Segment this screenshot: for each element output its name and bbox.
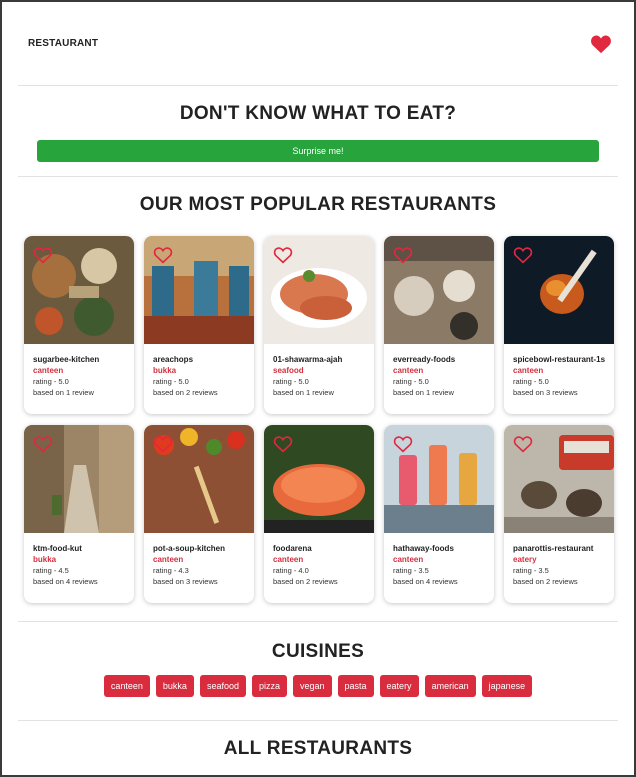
restaurant-review-count: based on 1 review	[33, 388, 94, 397]
restaurant-rating: rating - 5.0	[393, 377, 429, 386]
favorite-heart-icon[interactable]	[513, 246, 533, 264]
page: RESTAURANT DON'T KNOW WHAT TO EAT? Surpr…	[2, 2, 634, 775]
restaurant-category: canteen	[513, 366, 544, 375]
restaurant-review-count: based on 3 reviews	[153, 577, 218, 586]
favorite-heart-icon[interactable]	[33, 246, 53, 264]
restaurant-category: canteen	[153, 555, 184, 564]
favorite-heart-icon[interactable]	[273, 435, 293, 453]
favorite-heart-icon[interactable]	[273, 246, 293, 264]
restaurant-rating: rating - 3.5	[393, 566, 429, 575]
favorite-heart-icon[interactable]	[153, 246, 173, 264]
all-restaurants-title: ALL RESTAURANTS	[223, 738, 413, 759]
restaurant-review-count: based on 3 reviews	[513, 388, 578, 397]
restaurant-name[interactable]: pot-a-soup-kitchen	[153, 544, 254, 553]
restaurant-review-count: based on 2 reviews	[273, 577, 338, 586]
restaurant-rating: rating - 3.5	[513, 566, 549, 575]
favorite-heart-icon[interactable]	[153, 435, 173, 453]
restaurant-card[interactable]: spicebowl-restaurant-1s canteen rating -…	[504, 236, 614, 414]
cuisine-tag-pizza[interactable]: pizza	[251, 675, 287, 697]
cuisine-tag-american[interactable]: american	[424, 675, 476, 697]
restaurant-review-count: based on 4 reviews	[33, 577, 98, 586]
restaurant-name[interactable]: ktm-food-kut	[33, 544, 134, 553]
cuisine-tag-pasta[interactable]: pasta	[337, 675, 374, 697]
restaurant-name[interactable]: hathaway-foods	[393, 544, 494, 553]
restaurant-rating: rating - 4.3	[153, 566, 189, 575]
surprise-section: DON'T KNOW WHAT TO EAT? Surprise me!	[18, 86, 618, 177]
cuisine-tag-japanese[interactable]: japanese	[481, 675, 533, 697]
favorite-heart-icon[interactable]	[513, 435, 533, 453]
cuisine-tag-bukka[interactable]: bukka	[155, 675, 194, 697]
cuisines-title: CUISINES	[271, 641, 365, 662]
restaurant-name[interactable]: everready-foods	[393, 355, 494, 364]
favorite-heart-icon[interactable]	[393, 435, 413, 453]
restaurant-name[interactable]: foodarena	[273, 544, 374, 553]
all-restaurants-section: ALL RESTAURANTS	[18, 721, 618, 760]
restaurant-rating: rating - 5.0	[153, 377, 189, 386]
restaurant-card[interactable]: sugarbee-kitchen canteen rating - 5.0 ba…	[24, 236, 134, 414]
cuisine-tag-seafood[interactable]: seafood	[199, 675, 246, 697]
cuisines-section: CUISINES canteen bukka seafood pizza veg…	[18, 622, 618, 721]
restaurant-card[interactable]: ktm-food-kut bukka rating - 4.5 based on…	[24, 425, 134, 603]
popular-title: OUR MOST POPULAR RESTAURANTS	[139, 194, 497, 215]
favorite-heart-icon[interactable]	[393, 246, 413, 264]
restaurant-card[interactable]: areachops bukka rating - 5.0 based on 2 …	[144, 236, 254, 414]
brand-logo[interactable]: RESTAURANT	[28, 38, 98, 49]
restaurant-rating: rating - 4.5	[33, 566, 69, 575]
restaurant-card[interactable]: hathaway-foods canteen rating - 3.5 base…	[384, 425, 494, 603]
cuisine-tag-list: canteen bukka seafood pizza vegan pasta …	[18, 675, 618, 697]
favorites-heart-icon[interactable]	[590, 34, 612, 54]
restaurant-card[interactable]: panarottis-restaurant eatery rating - 3.…	[504, 425, 614, 603]
restaurant-name[interactable]: areachops	[153, 355, 254, 364]
restaurant-card[interactable]: 01-shawarma-ajah seafood rating - 5.0 ba…	[264, 236, 374, 414]
restaurant-category: bukka	[153, 366, 177, 375]
restaurant-card[interactable]: pot-a-soup-kitchen canteen rating - 4.3 …	[144, 425, 254, 603]
restaurant-review-count: based on 1 review	[393, 388, 454, 397]
restaurant-review-count: based on 2 reviews	[153, 388, 218, 397]
restaurant-review-count: based on 2 reviews	[513, 577, 578, 586]
restaurant-category: bukka	[33, 555, 57, 564]
cuisine-tag-canteen[interactable]: canteen	[103, 675, 150, 697]
restaurant-name[interactable]: spicebowl-restaurant-1s	[513, 355, 614, 364]
restaurant-category: canteen	[33, 366, 64, 375]
restaurant-name[interactable]: sugarbee-kitchen	[33, 355, 134, 364]
restaurant-rating: rating - 5.0	[33, 377, 69, 386]
restaurant-rating: rating - 4.0	[273, 566, 309, 575]
restaurant-category: canteen	[273, 555, 304, 564]
restaurant-review-count: based on 4 reviews	[393, 577, 458, 586]
popular-section: OUR MOST POPULAR RESTAURANTS sugarbee-ki…	[18, 177, 618, 622]
surprise-me-button[interactable]: Surprise me!	[37, 140, 599, 162]
restaurant-category: seafood	[273, 366, 304, 375]
restaurant-rating: rating - 5.0	[513, 377, 549, 386]
restaurant-name[interactable]: 01-shawarma-ajah	[273, 355, 374, 364]
restaurant-category: eatery	[513, 555, 537, 564]
restaurant-rating: rating - 5.0	[273, 377, 309, 386]
cuisine-tag-eatery[interactable]: eatery	[379, 675, 419, 697]
cuisine-tag-vegan[interactable]: vegan	[292, 675, 332, 697]
restaurant-card[interactable]: foodarena canteen rating - 4.0 based on …	[264, 425, 374, 603]
restaurant-name[interactable]: panarottis-restaurant	[513, 544, 614, 553]
restaurant-category: canteen	[393, 366, 424, 375]
restaurant-card[interactable]: everready-foods canteen rating - 5.0 bas…	[384, 236, 494, 414]
restaurant-grid: sugarbee-kitchen canteen rating - 5.0 ba…	[24, 236, 614, 603]
surprise-title: DON'T KNOW WHAT TO EAT?	[179, 103, 457, 124]
restaurant-category: canteen	[393, 555, 424, 564]
favorite-heart-icon[interactable]	[33, 435, 53, 453]
restaurant-review-count: based on 1 review	[273, 388, 334, 397]
navbar: RESTAURANT	[18, 2, 618, 86]
